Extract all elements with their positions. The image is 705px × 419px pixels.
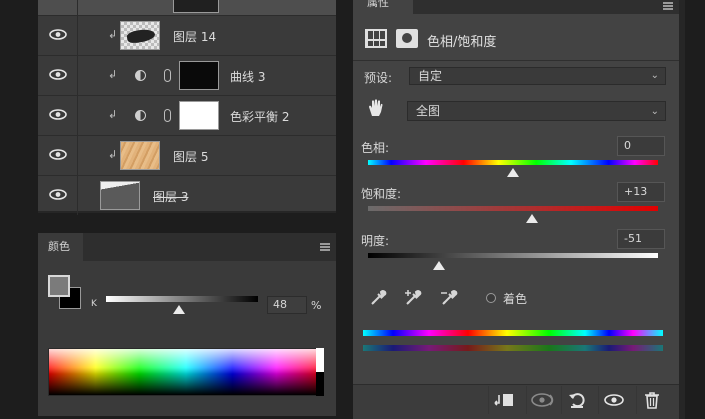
lightness-slider-knob[interactable]	[433, 261, 446, 270]
panel-scrollbar[interactable]	[679, 0, 685, 419]
divider	[353, 60, 679, 61]
properties-panel: 属性 色相/饱和度 预设: 自定 ⌄ 全图 ⌄ 色相: 0 饱和度: +13 明…	[353, 0, 679, 419]
layer-name[interactable]: 图层 3	[153, 188, 188, 205]
white-swatch[interactable]	[316, 348, 324, 372]
clip-arrow-icon: ↲	[108, 108, 118, 121]
lightness-value-field[interactable]: -51	[617, 229, 665, 249]
layer-thumbnail	[120, 21, 160, 50]
hue-slider-knob[interactable]	[507, 168, 519, 177]
eyedropper-minus-icon[interactable]	[441, 288, 459, 306]
layers-panel: ↲ 图层 14 ↲ 曲线 3 ↲ 色彩平衡 2 ↲ 图层 5 图层 3	[38, 0, 336, 215]
chevron-down-icon: ⌄	[650, 106, 659, 117]
target-adjust-hand-icon[interactable]	[367, 98, 385, 118]
percent-label: %	[311, 299, 322, 312]
visibility-cell[interactable]	[38, 56, 78, 95]
layer-thumbnail	[120, 141, 160, 170]
chevron-down-icon: ⌄	[650, 70, 659, 81]
lightness-label: 明度:	[361, 234, 390, 248]
color-spectrum-ramp[interactable]	[48, 348, 324, 396]
preset-value: 自定	[418, 69, 443, 83]
eye-icon[interactable]	[49, 149, 67, 160]
foreground-color-swatch[interactable]	[48, 275, 70, 297]
toggle-previous-state-button[interactable]	[526, 386, 556, 414]
eye-icon[interactable]	[49, 29, 67, 40]
toggle-visibility-eye-icon	[531, 393, 554, 407]
mask-icon[interactable]	[396, 29, 418, 48]
color-panel: 颜色 K 48 %	[38, 233, 336, 416]
visibility-toggle-button[interactable]	[598, 386, 628, 414]
panel-menu-icon[interactable]	[320, 243, 330, 251]
k-value-field[interactable]: 48	[267, 296, 307, 314]
layer-row[interactable]: ↲ 图层 14	[38, 15, 336, 55]
link-icon[interactable]	[164, 69, 171, 82]
layer-row-partial[interactable]	[38, 0, 336, 15]
visibility-cell[interactable]	[38, 136, 78, 175]
eyedropper-plus-icon[interactable]	[405, 288, 423, 306]
delete-layer-button[interactable]	[636, 386, 666, 414]
reset-icon	[569, 393, 585, 408]
input-color-bar	[363, 330, 663, 336]
eye-icon[interactable]	[49, 109, 67, 120]
layer-thumbnail	[173, 0, 219, 13]
panel-title: 色相/饱和度	[427, 35, 497, 50]
k-label: K	[91, 299, 97, 309]
reset-button[interactable]	[561, 386, 591, 414]
visibility-cell[interactable]	[38, 16, 78, 55]
layer-thumbnail	[100, 181, 140, 210]
clip-to-layer-button[interactable]	[488, 386, 518, 414]
colorize-label: 着色	[503, 292, 528, 306]
visibility-cell[interactable]	[38, 0, 78, 15]
adjustment-icon	[135, 70, 146, 81]
layer-row[interactable]: 图层 3	[38, 175, 336, 215]
layer-name[interactable]: 曲线 3	[230, 68, 265, 85]
layer-name[interactable]: 色彩平衡 2	[230, 108, 289, 125]
preset-dropdown[interactable]: 自定 ⌄	[409, 67, 666, 85]
saturation-slider-track[interactable]	[368, 206, 658, 211]
black-swatch[interactable]	[316, 372, 324, 396]
channel-dropdown[interactable]: 全图 ⌄	[407, 101, 666, 121]
hue-value-field[interactable]: 0	[617, 136, 665, 156]
tab-color[interactable]: 颜色	[38, 233, 83, 261]
colorize-checkbox[interactable]	[486, 293, 496, 303]
clip-arrow-icon: ↲	[108, 68, 118, 81]
tab-properties[interactable]: 属性	[353, 0, 413, 14]
saturation-value-field[interactable]: +13	[617, 182, 665, 202]
eye-icon[interactable]	[49, 69, 67, 80]
panel-menu-icon[interactable]	[663, 2, 673, 10]
layer-row[interactable]: ↲ 色彩平衡 2	[38, 95, 336, 135]
visibility-icon	[604, 394, 624, 406]
hue-slider-track[interactable]	[368, 160, 658, 165]
saturation-label: 饱和度:	[361, 187, 402, 201]
saturation-slider-knob[interactable]	[525, 214, 538, 223]
visibility-cell[interactable]	[38, 176, 78, 215]
adjustment-layer-icon[interactable]	[365, 29, 387, 48]
output-color-bar	[363, 345, 663, 351]
visibility-cell[interactable]	[38, 96, 78, 135]
k-slider-knob[interactable]	[172, 305, 185, 314]
layer-mask-thumbnail[interactable]	[179, 61, 219, 90]
layer-mask-thumbnail[interactable]	[179, 101, 219, 130]
layer-row[interactable]: ↲ 图层 5	[38, 135, 336, 175]
trash-icon	[645, 392, 659, 409]
clip-arrow-icon: ↲	[108, 28, 118, 41]
eyedropper-icon[interactable]	[370, 288, 388, 306]
layer-row[interactable]: ↲ 曲线 3	[38, 55, 336, 95]
channel-value: 全图	[416, 104, 441, 118]
clip-to-layer-icon	[494, 394, 513, 406]
k-slider-track[interactable]	[106, 296, 258, 302]
layer-name[interactable]: 图层 5	[173, 148, 208, 165]
preset-label: 预设:	[364, 71, 393, 85]
eye-icon[interactable]	[49, 189, 67, 200]
hue-label: 色相:	[361, 141, 390, 155]
clip-arrow-icon: ↲	[108, 148, 118, 161]
adjustment-icon	[135, 110, 146, 121]
link-icon[interactable]	[164, 109, 171, 122]
lightness-slider-track[interactable]	[368, 253, 658, 258]
layer-name[interactable]: 图层 14	[173, 28, 216, 45]
